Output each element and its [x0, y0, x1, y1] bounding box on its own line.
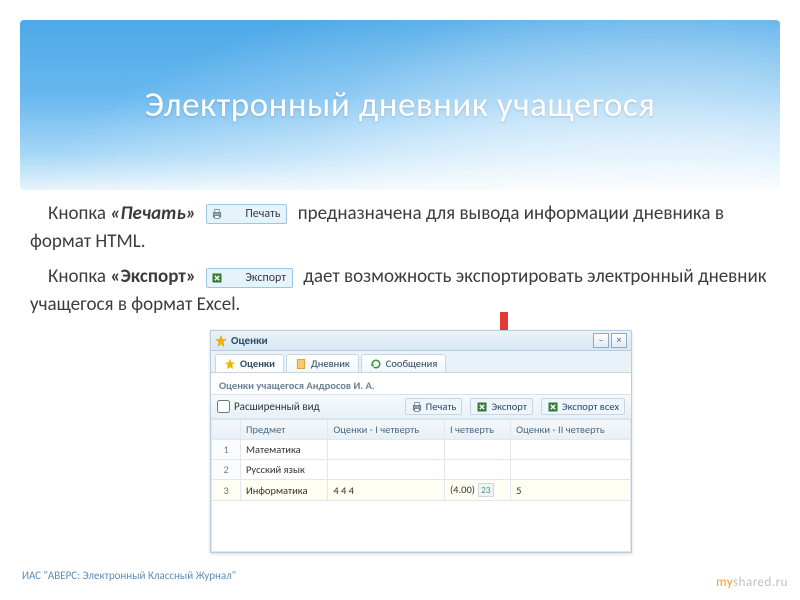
tab-messages[interactable]: Сообщения [361, 354, 447, 372]
cell: 4 4 4 [328, 480, 445, 501]
cell [328, 460, 445, 480]
table-row[interactable]: 3 Информатика 4 4 4 (4.00)23 5 [212, 480, 631, 501]
extended-view-checkbox[interactable]: Расширенный вид [217, 400, 320, 413]
cell: 5 [511, 480, 631, 501]
tab-diary[interactable]: Дневник [286, 354, 359, 372]
cell [328, 440, 445, 460]
cell [444, 440, 510, 460]
watermark-part: shared.ru [733, 575, 788, 590]
col-q1: I четверть [444, 420, 510, 440]
button-label: Печать [227, 206, 280, 222]
tab-label: Сообщения [386, 357, 438, 370]
slide: Электронный дневник учащегося Кнопка «Пе… [0, 0, 800, 600]
star-icon [215, 335, 227, 347]
minimize-button[interactable]: – [593, 333, 609, 348]
footer-source: ИАС "АВЕРС: Электронный Классный Журнал" [22, 569, 236, 582]
cell-num: 3 [212, 480, 241, 501]
close-button[interactable]: × [611, 333, 627, 348]
footer-watermark: myshared.ru [716, 575, 788, 590]
cell-num: 2 [212, 460, 241, 480]
col-grades-q2: Оценки - II четверть [511, 420, 631, 440]
table-row-empty [212, 501, 631, 552]
cell-badge: 23 [478, 483, 494, 497]
table-header-row: Предмет Оценки - I четверть I четверть О… [212, 420, 631, 440]
cell [444, 460, 510, 480]
cell-subject: Русский язык [241, 460, 328, 480]
grades-table: Предмет Оценки - I четверть I четверть О… [211, 419, 631, 552]
col-subject: Предмет [241, 420, 328, 440]
cell [511, 460, 631, 480]
tab-label: Оценки [240, 357, 275, 370]
panel-subtitle: Оценки учащегося Андросов И. А. [211, 373, 631, 394]
excel-icon [476, 401, 488, 413]
button-label: Экспорт [227, 270, 286, 286]
export-button-illustration: Экспорт [206, 268, 293, 288]
paragraph-print: Кнопка «Печать» Печать предназначена для… [30, 200, 770, 255]
cell-subject: Математика [241, 440, 328, 460]
tab-label: Дневник [311, 357, 350, 370]
excel-icon [547, 401, 559, 413]
excel-icon [211, 272, 223, 284]
window-title-text: Оценки [231, 334, 268, 347]
grades-window: Оценки – × Оценки Дневник Сообщения Оцен… [210, 330, 632, 553]
cell-num: 1 [212, 440, 241, 460]
paragraph-export: Кнопка «Экспорт» Экспорт дает возможност… [30, 263, 770, 318]
refresh-icon [370, 358, 382, 370]
col-grades-q1: Оценки - I четверть [328, 420, 445, 440]
toolbar: Расширенный вид Печать Экспорт Экспорт в… [211, 394, 631, 419]
checkbox-label: Расширенный вид [234, 400, 320, 413]
window-titlebar: Оценки – × [211, 331, 631, 351]
text: Кнопка [48, 202, 110, 225]
cell-value: (4.00) [450, 483, 475, 496]
slide-title: Электронный дневник учащегося [145, 84, 656, 126]
star-icon [224, 358, 236, 370]
watermark-part: my [716, 575, 733, 590]
button-label: Печать [426, 400, 457, 413]
text: Кнопка [48, 265, 110, 288]
export-all-button[interactable]: Экспорт всех [541, 398, 625, 415]
col-num [212, 420, 241, 440]
text-emphasis: «Печать» [110, 202, 196, 225]
cell [511, 440, 631, 460]
window-controls: – × [593, 333, 627, 348]
book-icon [295, 358, 307, 370]
hero-banner: Электронный дневник учащегося [20, 20, 780, 190]
checkbox[interactable] [217, 400, 230, 413]
export-button[interactable]: Экспорт [470, 398, 533, 415]
cell-subject: Информатика [241, 480, 328, 501]
slide-body: Кнопка «Печать» Печать предназначена для… [30, 200, 770, 326]
button-label: Экспорт всех [562, 400, 619, 413]
table-row[interactable]: 1 Математика [212, 440, 631, 460]
table-row[interactable]: 2 Русский язык [212, 460, 631, 480]
button-label: Экспорт [491, 400, 527, 413]
tab-grades[interactable]: Оценки [215, 354, 284, 372]
window-title: Оценки [215, 334, 268, 347]
printer-icon [411, 401, 423, 413]
print-button[interactable]: Печать [405, 398, 463, 415]
print-button-illustration: Печать [206, 204, 287, 224]
cell: (4.00)23 [444, 480, 510, 501]
tab-strip: Оценки Дневник Сообщения [211, 351, 631, 373]
printer-icon [211, 208, 223, 220]
text-emphasis: «Экспорт» [110, 265, 196, 288]
